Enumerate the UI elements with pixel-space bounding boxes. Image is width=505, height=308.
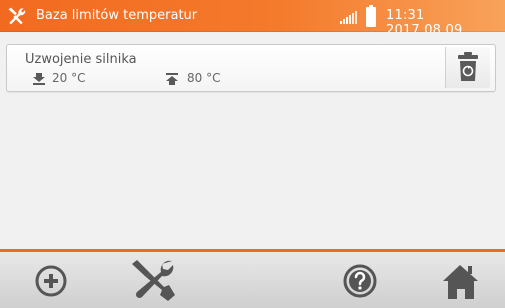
add-icon: [35, 265, 67, 297]
max-temperature: 80 °C: [187, 71, 221, 85]
list-item[interactable]: Uzwojenie silnika 20 °C 80 °C: [6, 44, 496, 92]
item-name: Uzwojenie silnika: [25, 52, 137, 67]
battery-icon: [366, 5, 376, 27]
min-temperature: 20 °C: [52, 71, 86, 85]
bottom-toolbar: [0, 252, 505, 308]
settings-button[interactable]: [128, 257, 180, 303]
add-button[interactable]: [33, 257, 85, 303]
signal-icon: [340, 11, 357, 24]
tools-icon[interactable]: [6, 6, 26, 26]
title-bar: Baza limitów temperatur 11:31 2017.08.09: [0, 0, 505, 38]
tools-icon: [132, 260, 175, 301]
delete-button[interactable]: [445, 47, 490, 88]
arrow-down-icon: [33, 73, 45, 85]
home-icon: [443, 265, 478, 299]
arrow-up-icon: [166, 73, 178, 85]
home-button[interactable]: [440, 257, 492, 303]
trash-icon: [458, 52, 478, 81]
limits-list: Uzwojenie silnika 20 °C 80 °C: [0, 32, 505, 249]
help-icon: [343, 264, 377, 298]
screen-title: Baza limitów temperatur: [36, 8, 198, 23]
help-button[interactable]: [342, 257, 394, 303]
